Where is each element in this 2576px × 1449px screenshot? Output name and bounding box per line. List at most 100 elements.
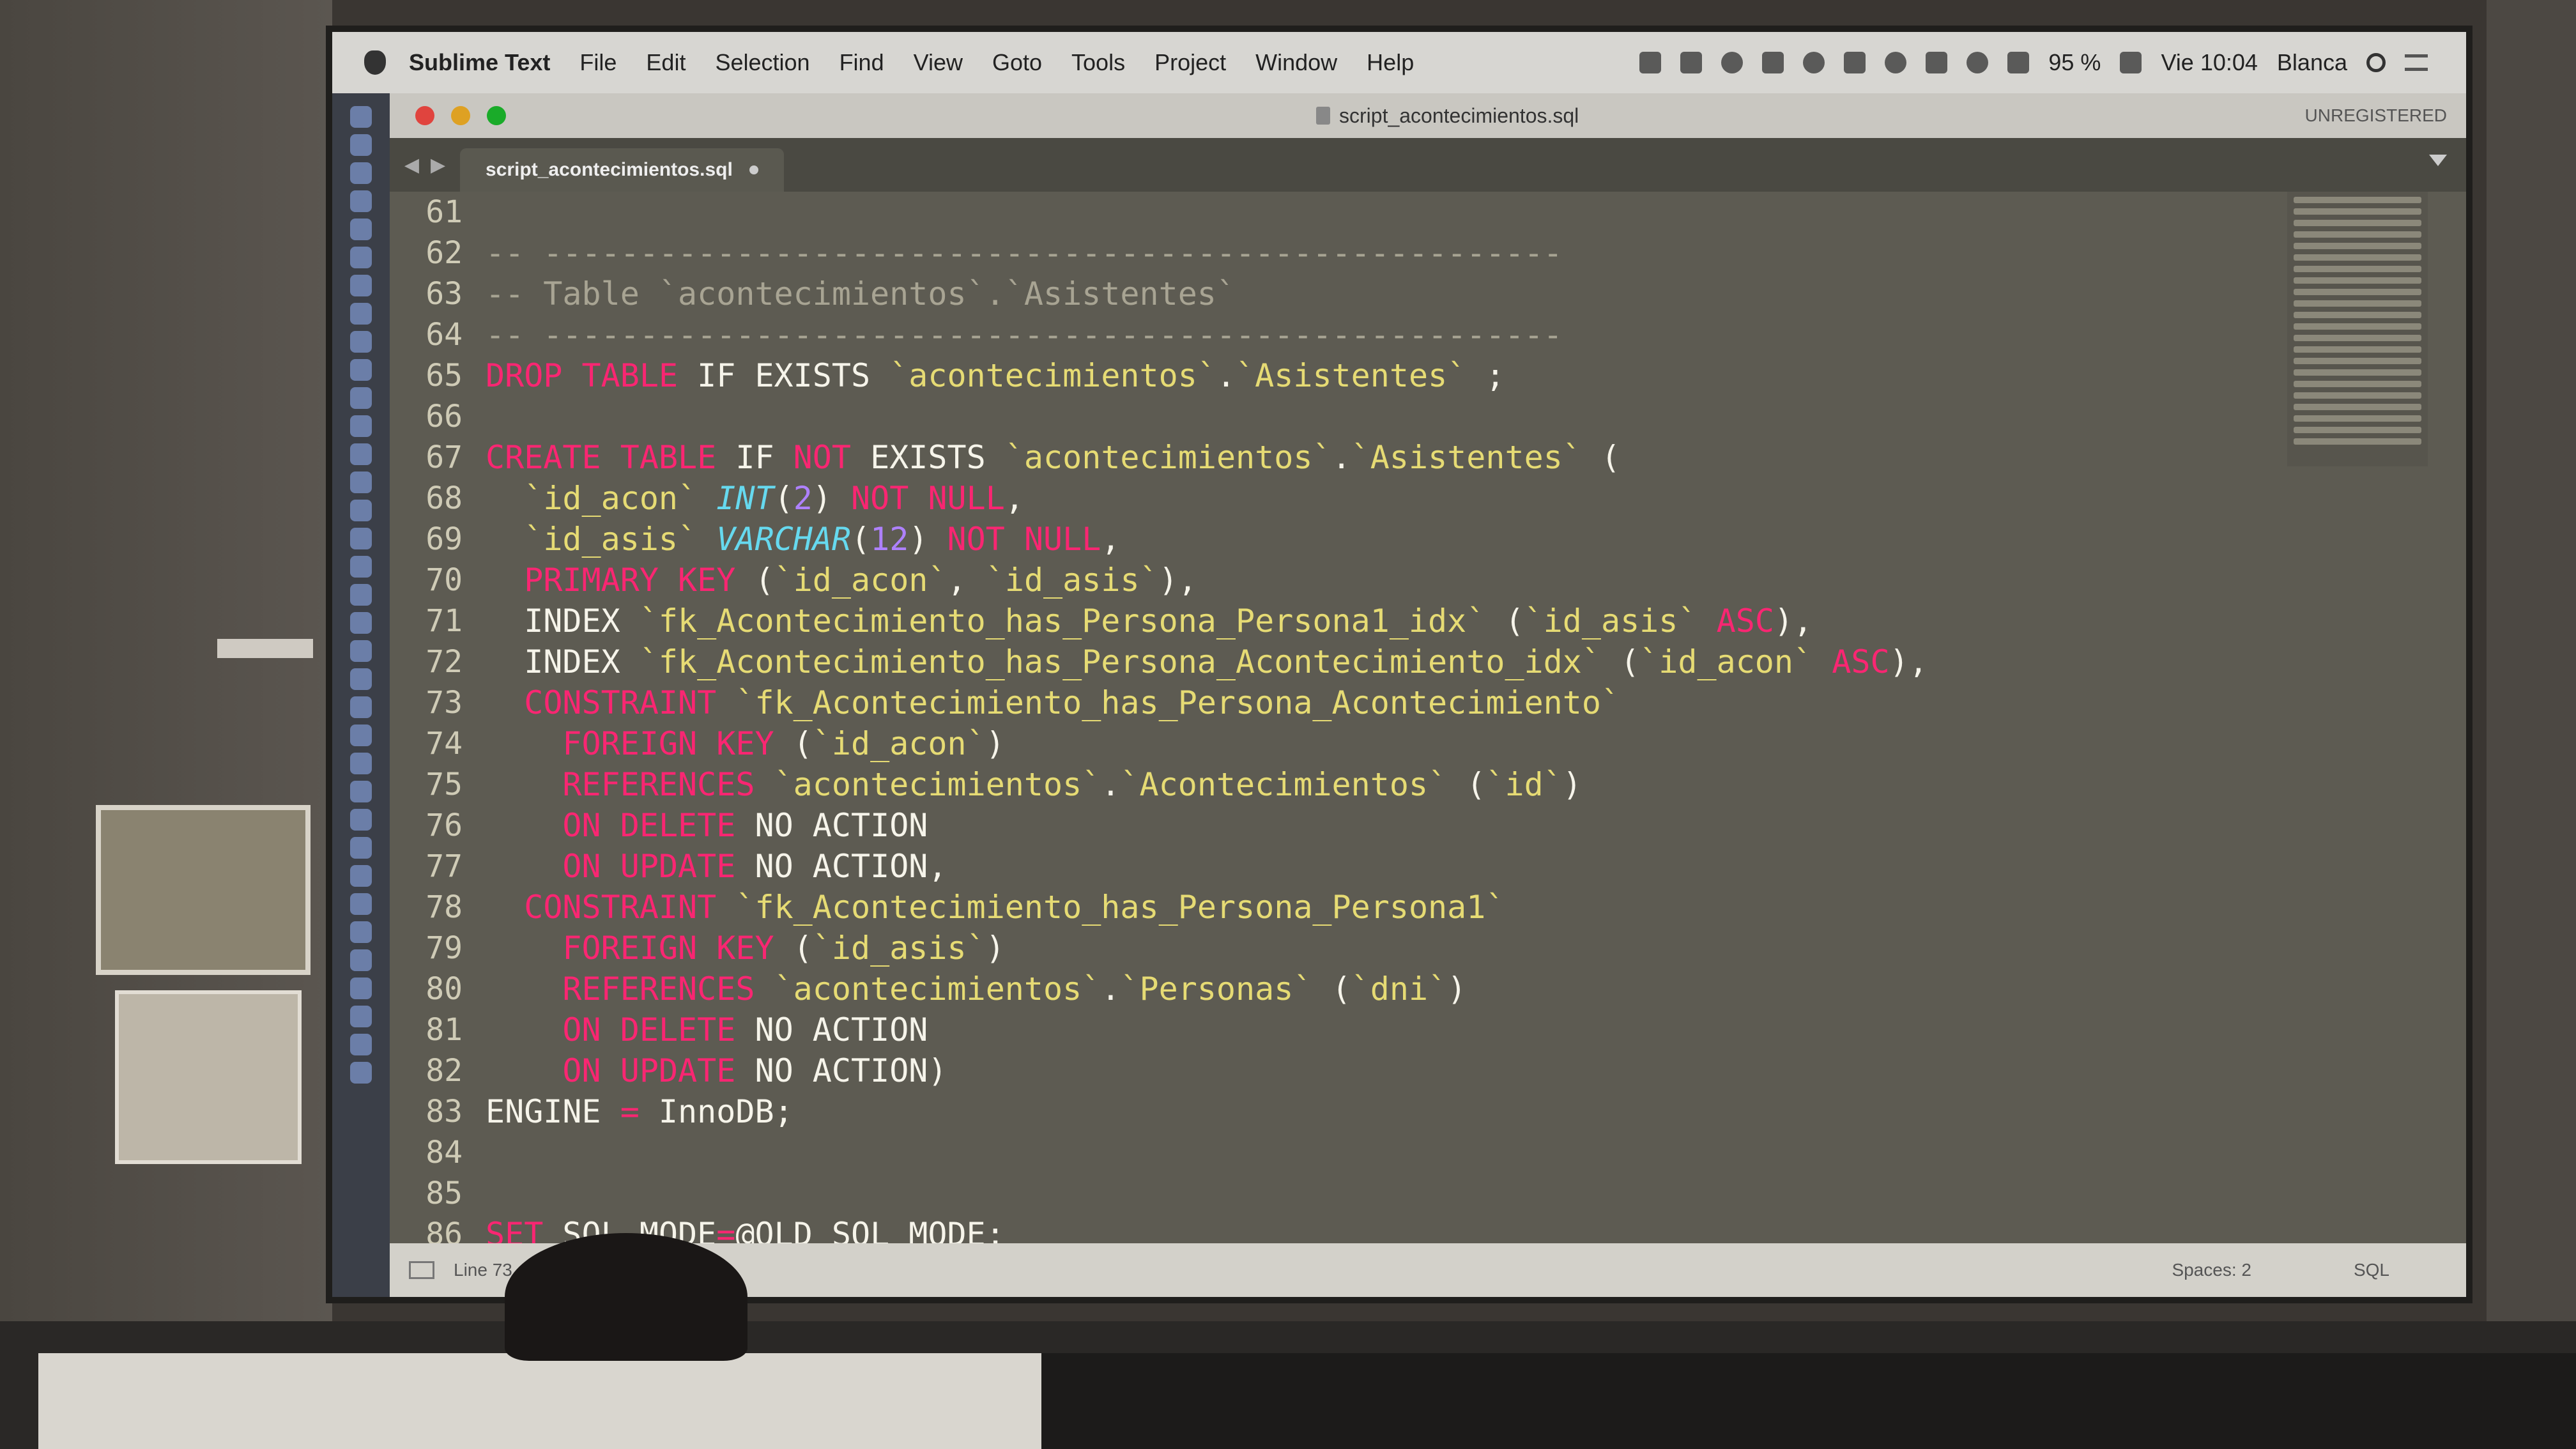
app-icon[interactable] xyxy=(350,387,372,409)
app-icon[interactable] xyxy=(350,893,372,915)
code-line[interactable]: CONSTRAINT `fk_Acontecimiento_has_Person… xyxy=(486,887,2223,928)
close-window-button[interactable] xyxy=(415,106,434,125)
app-icon[interactable] xyxy=(350,921,372,943)
minimize-window-button[interactable] xyxy=(451,106,470,125)
app-icon[interactable] xyxy=(350,359,372,381)
app-icon[interactable] xyxy=(350,415,372,437)
menu-window[interactable]: Window xyxy=(1255,49,1337,76)
app-icon[interactable] xyxy=(350,218,372,240)
menu-selection[interactable]: Selection xyxy=(715,49,809,76)
app-icon[interactable] xyxy=(350,303,372,325)
code-line[interactable]: ON UPDATE NO ACTION) xyxy=(486,1050,2223,1091)
app-icon[interactable] xyxy=(350,668,372,690)
app-icon[interactable] xyxy=(350,753,372,774)
unsaved-dot-icon[interactable] xyxy=(749,165,758,174)
code-line[interactable] xyxy=(486,396,2223,437)
code-line[interactable]: PRIMARY KEY (`id_acon`, `id_asis`), xyxy=(486,560,2223,601)
menubar-user[interactable]: Blanca xyxy=(2277,49,2347,76)
dropbox-icon[interactable] xyxy=(1680,52,1703,73)
time-machine-icon[interactable] xyxy=(1885,52,1907,73)
menu-find[interactable]: Find xyxy=(839,49,884,76)
airplay-icon[interactable] xyxy=(1844,52,1866,73)
evernote-icon[interactable] xyxy=(1762,52,1784,73)
app-icon[interactable] xyxy=(350,949,372,971)
menu-app-name[interactable]: Sublime Text xyxy=(409,49,550,76)
app-icon[interactable] xyxy=(350,612,372,634)
code-line[interactable]: ON DELETE NO ACTION xyxy=(486,805,2223,846)
code-line[interactable]: INDEX `fk_Acontecimiento_has_Persona_Per… xyxy=(486,601,2223,641)
battery-charging-icon[interactable] xyxy=(2120,52,2142,73)
tab-next-icon[interactable]: ▶ xyxy=(431,154,445,176)
panel-toggle-icon[interactable] xyxy=(409,1261,434,1279)
code-line[interactable]: INDEX `fk_Acontecimiento_has_Persona_Aco… xyxy=(486,641,2223,682)
trash-icon[interactable] xyxy=(350,1062,372,1084)
zoom-window-button[interactable] xyxy=(487,106,506,125)
code-area[interactable]: -- -------------------------------------… xyxy=(486,192,2223,1243)
code-line[interactable]: ON DELETE NO ACTION xyxy=(486,1009,2223,1050)
bluetooth-icon[interactable] xyxy=(1926,52,1948,73)
app-icon[interactable] xyxy=(350,331,372,353)
app-icon[interactable] xyxy=(350,1006,372,1027)
app-icon[interactable] xyxy=(350,275,372,296)
code-line[interactable]: SET SQL_MODE=@OLD_SQL_MODE; xyxy=(486,1214,2223,1243)
code-line[interactable]: REFERENCES `acontecimientos`.`Personas` … xyxy=(486,969,2223,1009)
app-icon[interactable] xyxy=(350,865,372,887)
menu-help[interactable]: Help xyxy=(1367,49,1414,76)
menu-file[interactable]: File xyxy=(579,49,617,76)
headphones-icon[interactable] xyxy=(1803,52,1825,73)
menu-edit[interactable]: Edit xyxy=(646,49,686,76)
code-line[interactable] xyxy=(486,192,2223,233)
tab-script-acontecimientos[interactable]: script_acontecimientos.sql xyxy=(460,148,784,192)
code-line[interactable] xyxy=(486,1173,2223,1214)
app-icon[interactable] xyxy=(350,134,372,156)
finder-icon[interactable] xyxy=(350,106,372,128)
syntax-mode[interactable]: SQL xyxy=(2354,1260,2389,1280)
tab-prev-icon[interactable]: ◀ xyxy=(404,154,419,176)
code-line[interactable]: ON UPDATE NO ACTION, xyxy=(486,846,2223,887)
app-icon[interactable] xyxy=(350,809,372,831)
app-icon[interactable] xyxy=(350,500,372,521)
apple-icon[interactable] xyxy=(364,50,386,75)
app-icon[interactable] xyxy=(350,528,372,549)
app-icon[interactable] xyxy=(350,471,372,493)
code-line[interactable]: `id_acon` INT(2) NOT NULL, xyxy=(486,478,2223,519)
code-line[interactable]: -- -------------------------------------… xyxy=(486,233,2223,273)
menu-tools[interactable]: Tools xyxy=(1071,49,1125,76)
flag-icon[interactable] xyxy=(1639,52,1662,73)
volume-icon[interactable] xyxy=(2007,52,2030,73)
code-line[interactable]: CREATE TABLE IF NOT EXISTS `acontecimien… xyxy=(486,437,2223,478)
app-icon[interactable] xyxy=(350,781,372,802)
menu-view[interactable]: View xyxy=(914,49,963,76)
code-line[interactable] xyxy=(486,1132,2223,1173)
app-icon[interactable] xyxy=(350,190,372,212)
code-line[interactable]: -- Table `acontecimientos`.`Asistentes` xyxy=(486,273,2223,314)
minimap[interactable] xyxy=(2287,192,2428,466)
app-icon[interactable] xyxy=(350,162,372,184)
app-icon[interactable] xyxy=(350,724,372,746)
code-line[interactable]: -- -------------------------------------… xyxy=(486,314,2223,355)
box-icon[interactable] xyxy=(1721,52,1744,73)
code-line[interactable]: FOREIGN KEY (`id_acon`) xyxy=(486,723,2223,764)
code-line[interactable]: `id_asis` VARCHAR(12) NOT NULL, xyxy=(486,519,2223,560)
app-icon[interactable] xyxy=(350,1034,372,1055)
code-line[interactable]: CONSTRAINT `fk_Acontecimiento_has_Person… xyxy=(486,682,2223,723)
app-icon[interactable] xyxy=(350,556,372,578)
app-icon[interactable] xyxy=(350,247,372,268)
code-line[interactable]: REFERENCES `acontecimientos`.`Acontecimi… xyxy=(486,764,2223,805)
indentation-setting[interactable]: Spaces: 2 xyxy=(2172,1260,2251,1280)
code-line[interactable]: DROP TABLE IF EXISTS `acontecimientos`.`… xyxy=(486,355,2223,396)
code-line[interactable]: ENGINE = InnoDB; xyxy=(486,1091,2223,1132)
app-icon[interactable] xyxy=(350,640,372,662)
menu-goto[interactable]: Goto xyxy=(992,49,1042,76)
wifi-icon[interactable] xyxy=(1966,52,1989,73)
app-icon[interactable] xyxy=(350,977,372,999)
app-icon[interactable] xyxy=(350,696,372,718)
spotlight-search-icon[interactable] xyxy=(2366,53,2386,72)
notification-center-icon[interactable] xyxy=(2405,54,2428,71)
app-icon[interactable] xyxy=(350,837,372,859)
code-line[interactable]: FOREIGN KEY (`id_asis`) xyxy=(486,928,2223,969)
chevron-down-icon[interactable] xyxy=(2429,155,2447,166)
menu-project[interactable]: Project xyxy=(1154,49,1226,76)
code-editor[interactable]: 61 62 63 64 65 66 67 68 69 70 71 72 73 74 75 76 77 78 79 80… xyxy=(390,192,2466,1243)
app-icon[interactable] xyxy=(350,443,372,465)
